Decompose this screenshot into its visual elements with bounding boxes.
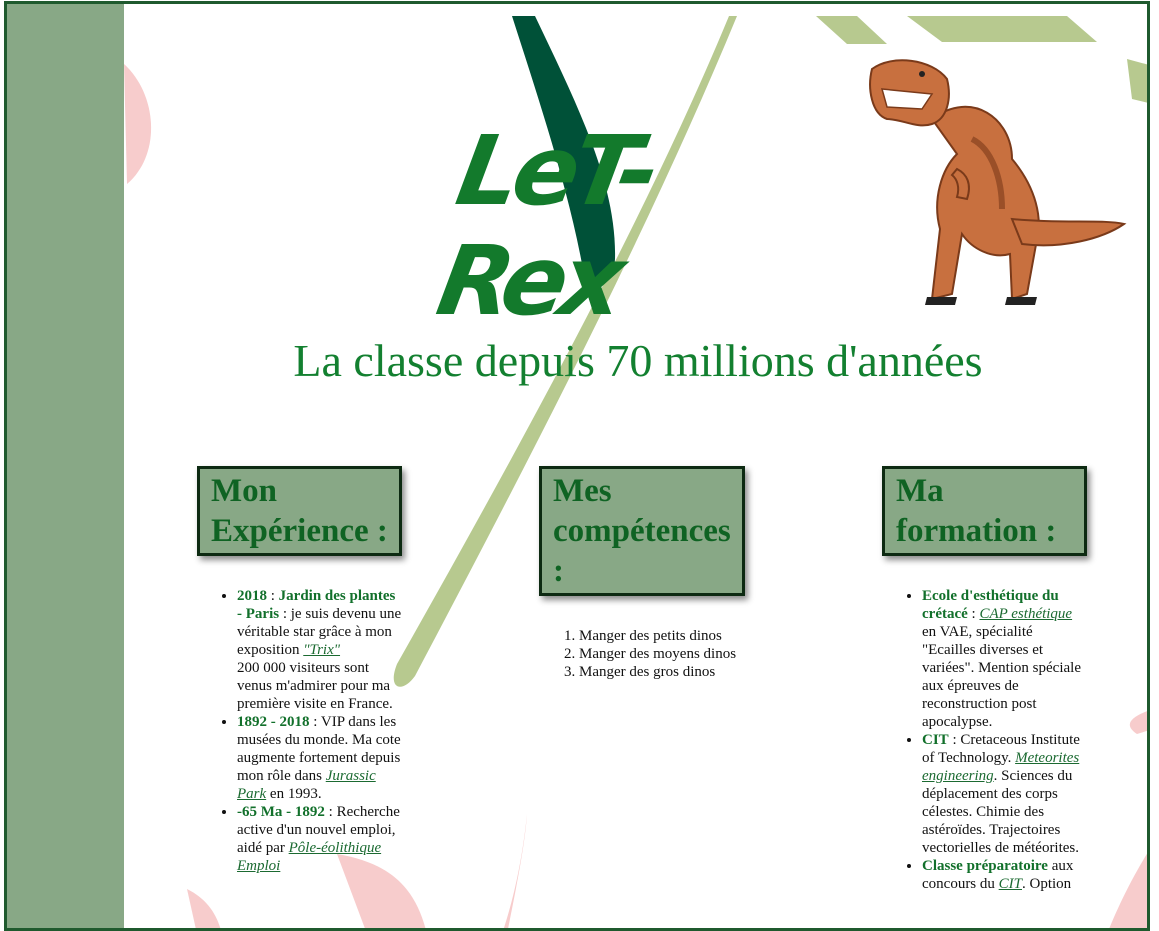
site-logo: LeT-Rex	[429, 115, 663, 337]
list-item: Manger des moyens dinos	[579, 645, 739, 663]
list-item: CIT : Cretaceous Institute of Technology…	[922, 731, 1087, 857]
separator-text: :	[267, 588, 279, 604]
list-item: Manger des gros dinos	[579, 663, 739, 681]
education-section: Ma formation : Ecole d'esthétique du cré…	[882, 466, 1087, 893]
experience-title: Mon Expérience :	[197, 466, 402, 556]
list-item: 2018 : Jardin des plantes - Paris : je s…	[237, 587, 402, 713]
experience-date: 1892 - 2018	[237, 714, 310, 730]
list-item: 1892 - 2018 : VIP dans les musées du mon…	[237, 713, 402, 803]
experience-date: -65 Ma - 1892	[237, 804, 325, 820]
page-frame: LeT-Rex La classe depuis 70 millions d'a…	[4, 1, 1150, 931]
school-name: CIT	[922, 732, 949, 748]
list-item: -65 Ma - 1892 : Recherche active d'un no…	[237, 803, 402, 875]
education-text: . Option	[1022, 876, 1072, 892]
skills-title: Mes compétences :	[539, 466, 745, 596]
tagline: La classe depuis 70 millions d'années	[293, 335, 983, 386]
cap-esthetique-link[interactable]: CAP esthétique	[979, 606, 1072, 622]
list-item: Manger des petits dinos	[579, 627, 739, 645]
school-name: Classe préparatoire	[922, 858, 1048, 874]
experience-list: 2018 : Jardin des plantes - Paris : je s…	[197, 587, 402, 875]
list-item: Ecole d'esthétique du crétacé : CAP esth…	[922, 587, 1087, 731]
education-text: en VAE, spécialité "Ecailles diverses et…	[922, 624, 1081, 730]
t-rex-figurine-image	[869, 59, 1127, 305]
experience-text: 200 000 visiteurs sont venus m'admirer p…	[237, 660, 393, 712]
education-list: Ecole d'esthétique du crétacé : CAP esth…	[882, 587, 1087, 893]
experience-text: en 1993.	[266, 786, 322, 802]
list-item: Classe préparatoire aux concours du CIT.…	[922, 857, 1087, 893]
skills-section: Mes compétences : Manger des petits dino…	[539, 466, 745, 681]
separator-text: :	[967, 606, 980, 622]
trix-link[interactable]: "Trix"	[303, 642, 340, 658]
education-title: Ma formation :	[882, 466, 1087, 556]
skills-list: Manger des petits dinos Manger des moyen…	[539, 627, 739, 681]
cit-link[interactable]: CIT	[999, 876, 1022, 892]
experience-date: 2018	[237, 588, 267, 604]
experience-section: Mon Expérience : 2018 : Jardin des plant…	[197, 466, 402, 875]
